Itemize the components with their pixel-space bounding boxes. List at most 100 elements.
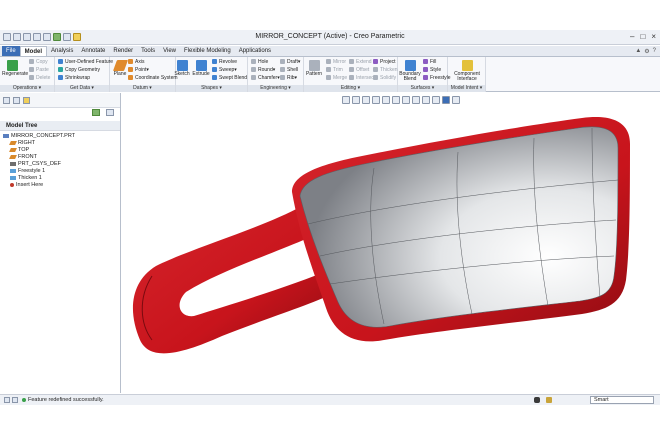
- freestyle-button[interactable]: Freestyle: [423, 74, 451, 81]
- zoom-in-icon[interactable]: [352, 96, 360, 104]
- pattern-button[interactable]: Pattern: [304, 59, 324, 77]
- datum-plane-icon: [9, 147, 17, 152]
- model-tree-tab-icon[interactable]: [3, 97, 10, 104]
- intersect-button[interactable]: Intersect: [349, 74, 375, 81]
- style-button[interactable]: Style: [423, 66, 441, 73]
- mirror-model-viewport[interactable]: [122, 108, 657, 394]
- status-right-icons: [534, 397, 552, 403]
- repaint-icon[interactable]: [372, 96, 380, 104]
- saved-orientations-icon[interactable]: [392, 96, 400, 104]
- tab-analysis[interactable]: Analysis: [47, 46, 77, 56]
- minimize-icon[interactable]: –: [630, 32, 634, 41]
- annotation-display-icon[interactable]: [452, 96, 460, 104]
- tab-annotate[interactable]: Annotate: [77, 46, 109, 56]
- copy-geometry-icon: [58, 67, 63, 72]
- mirror-button[interactable]: Mirror: [326, 58, 346, 65]
- group-label-editing[interactable]: Editing ▾: [304, 85, 397, 92]
- favorites-tab-icon[interactable]: [23, 97, 30, 104]
- help-icon[interactable]: ?: [653, 48, 656, 55]
- tab-applications[interactable]: Applications: [235, 46, 275, 56]
- show-navigator-icon[interactable]: [4, 397, 10, 403]
- group-surfaces: Boundary Blend Fill Style Freestyle Surf…: [398, 57, 451, 92]
- paste-button[interactable]: Paste: [29, 66, 49, 73]
- spin-center-icon[interactable]: [442, 96, 450, 104]
- group-label-operations[interactable]: Operations ▾: [0, 85, 54, 92]
- tab-model[interactable]: Model: [19, 46, 48, 56]
- merge-button[interactable]: Merge: [326, 74, 347, 81]
- draft-button[interactable]: Draft ▾: [280, 58, 300, 65]
- hole-button[interactable]: Hole: [251, 58, 268, 65]
- sweep-button[interactable]: Sweep ▾: [212, 66, 237, 73]
- swept-blend-button[interactable]: Swept Blend: [212, 74, 247, 81]
- trim-button[interactable]: Trim: [326, 66, 343, 73]
- offset-button[interactable]: Offset: [349, 66, 369, 73]
- tree-settings-icon[interactable]: [92, 109, 100, 116]
- regenerate-button[interactable]: Regenerate: [2, 59, 28, 77]
- swept-blend-icon: [212, 75, 217, 80]
- extrude-button[interactable]: Extrude: [191, 59, 211, 77]
- tree-item-right[interactable]: RIGHT: [0, 139, 120, 146]
- settings-icon[interactable]: ⚙: [644, 48, 649, 55]
- coordinate-system-button[interactable]: Coordinate System: [128, 74, 178, 81]
- axis-icon: [128, 59, 133, 64]
- group-label-surfaces[interactable]: Surfaces ▾: [398, 85, 447, 92]
- tree-item-csys[interactable]: PRT_CSYS_DEF: [0, 160, 120, 167]
- close-icon[interactable]: ×: [651, 32, 656, 41]
- revolve-button[interactable]: Revolve: [212, 58, 237, 65]
- copy-button[interactable]: Copy: [29, 58, 48, 65]
- shell-button[interactable]: Shell: [280, 66, 298, 73]
- delete-button[interactable]: Delete: [29, 74, 50, 81]
- selection-filter-dropdown[interactable]: Smart: [590, 396, 654, 404]
- tab-file[interactable]: File: [2, 46, 20, 56]
- sketch-button[interactable]: Sketch: [172, 59, 192, 77]
- solidify-button[interactable]: Solidify: [373, 74, 396, 81]
- tab-render[interactable]: Render: [109, 46, 137, 56]
- chamfer-button[interactable]: Chamfer ▾: [251, 74, 280, 81]
- round-button[interactable]: Round ▾: [251, 66, 275, 73]
- group-label-model-intent[interactable]: Model Intent ▾: [448, 85, 485, 92]
- group-label-datum[interactable]: Datum ▾: [110, 85, 175, 92]
- tree-item-front[interactable]: FRONT: [0, 153, 120, 160]
- tab-tools[interactable]: Tools: [137, 46, 159, 56]
- refit-icon[interactable]: [342, 96, 350, 104]
- zoom-out-icon[interactable]: [362, 96, 370, 104]
- tree-item-freestyle[interactable]: Freestyle 1: [0, 167, 120, 174]
- perspective-icon[interactable]: [412, 96, 420, 104]
- status-message: Feature redefined successfully.: [22, 397, 104, 403]
- view-manager-icon[interactable]: [402, 96, 410, 104]
- maximize-icon[interactable]: □: [640, 32, 645, 41]
- show-filter-icon[interactable]: [106, 109, 114, 116]
- folder-browser-tab-icon[interactable]: [13, 97, 20, 104]
- project-button[interactable]: Project: [373, 58, 396, 65]
- tab-flexible-modeling[interactable]: Flexible Modeling: [180, 46, 235, 56]
- group-label-engineering[interactable]: Engineering ▾: [248, 85, 303, 92]
- fill-button[interactable]: Fill: [423, 58, 436, 65]
- trim-icon: [326, 67, 331, 72]
- regeneration-status-icon[interactable]: [534, 397, 540, 403]
- point-button[interactable]: Point ▾: [128, 66, 149, 73]
- extend-button[interactable]: Extend: [349, 58, 372, 65]
- tree-item-root[interactable]: MIRROR_CONCEPT.PRT: [0, 132, 120, 139]
- tree-item-thicken[interactable]: Thicken 1: [0, 174, 120, 181]
- rib-button[interactable]: Rib ▾: [280, 74, 297, 81]
- axis-button[interactable]: Axis: [128, 58, 144, 65]
- user-defined-feature-button[interactable]: User-Defined Feature: [58, 58, 113, 65]
- thicken-icon: [373, 67, 378, 72]
- show-browser-icon[interactable]: [12, 397, 18, 403]
- display-style-icon[interactable]: [382, 96, 390, 104]
- copy-geometry-button[interactable]: Copy Geometry: [58, 66, 100, 73]
- tab-view[interactable]: View: [159, 46, 180, 56]
- boundary-blend-button[interactable]: Boundary Blend: [398, 59, 422, 82]
- tree-item-top[interactable]: TOP: [0, 146, 120, 153]
- plane-button[interactable]: Plane: [110, 59, 130, 77]
- datum-display-icon[interactable]: [432, 96, 440, 104]
- thicken-button[interactable]: Thicken: [373, 66, 398, 73]
- group-label-shapes[interactable]: Shapes ▾: [176, 85, 247, 92]
- section-icon[interactable]: [422, 96, 430, 104]
- shrinkwrap-button[interactable]: Shrinkwrap: [58, 74, 90, 81]
- component-interface-button[interactable]: Component Interface: [452, 59, 482, 82]
- collapse-ribbon-icon[interactable]: ▲: [635, 48, 641, 55]
- group-label-get-data[interactable]: Get Data ▾: [55, 85, 109, 92]
- selection-buffer-icon[interactable]: [546, 397, 552, 403]
- tree-item-insert-here[interactable]: Insert Here: [0, 181, 120, 188]
